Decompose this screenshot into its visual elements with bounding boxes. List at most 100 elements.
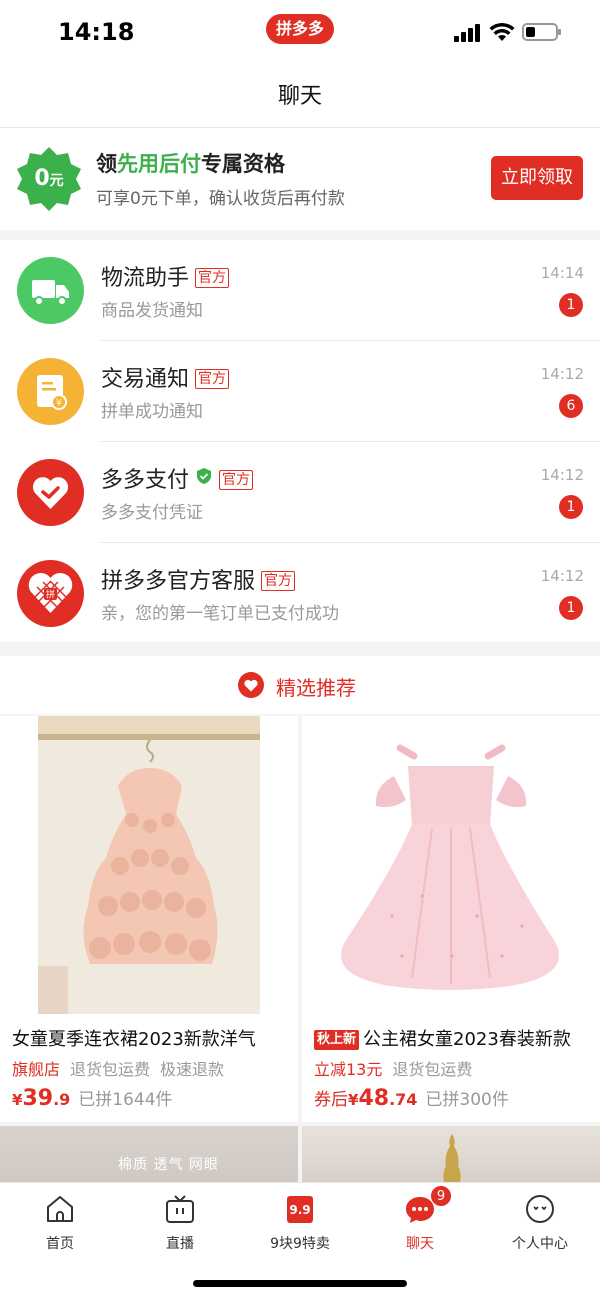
chat-item-pay[interactable]: 多多支付 官方 多多支付凭证 14:12 1 — [0, 442, 600, 543]
promo-subtitle: 可享0元下单，确认收货后再付款 — [96, 189, 345, 209]
promo-title-suffix: 专属资格 — [201, 152, 285, 176]
tab-label: 9块9特卖 — [270, 1236, 330, 1252]
chat-time: 14:12 — [540, 466, 584, 484]
chat-name-text: 拼多多官方客服 — [101, 569, 256, 594]
tab-chat[interactable]: 9 聊天 — [360, 1185, 480, 1255]
unread-badge: 1 — [559, 596, 583, 620]
chat-name: 物流助手 官方 — [101, 260, 230, 292]
chat-time: 14:12 — [540, 365, 584, 383]
tab-live[interactable]: 直播 — [120, 1193, 240, 1255]
chat-name: 交易通知 官方 — [101, 361, 230, 393]
chat-list: 物流助手 官方 商品发货通知 14:14 1 ¥ 交易通知 官方 拼单成功通知 14… — [0, 240, 600, 642]
chat-name-text: 物流助手 — [101, 266, 190, 291]
unread-badge: 1 — [559, 495, 583, 519]
price-decimal: .9 — [53, 1090, 71, 1109]
official-tag: 官方 — [195, 268, 230, 288]
tab-home[interactable]: 首页 — [0, 1193, 120, 1255]
product-tag: 旗舰店 — [12, 1060, 61, 1079]
sold-count: 已拼300件 — [425, 1090, 509, 1110]
truck-icon — [17, 257, 84, 324]
promo-title-prefix: 领 — [96, 152, 117, 176]
product-card[interactable]: 秋上新 公主裙女童2023春装新款 立减13元 退货包运费 券后¥48.74 已拼30… — [302, 716, 600, 1122]
page-title: 聊天 — [277, 84, 322, 109]
heart-pay-icon — [17, 459, 84, 526]
price-integer: 48 — [358, 1086, 390, 1111]
chat-unread-badge: 9 — [430, 1185, 452, 1207]
svg-text:拼: 拼 — [46, 589, 55, 601]
unread-badge: 6 — [559, 394, 583, 418]
tab-label: 聊天 — [406, 1236, 434, 1252]
official-tag: 官方 — [261, 571, 296, 591]
wifi-icon — [489, 22, 515, 41]
tv-icon — [166, 1195, 194, 1223]
product-tags: 立减13元 退货包运费 — [314, 1056, 482, 1080]
tab-label: 个人中心 — [512, 1236, 568, 1252]
promo-title-highlight: 先用后付 — [117, 152, 201, 176]
new-season-tag: 秋上新 — [314, 1030, 360, 1050]
status-bar: 14:18 拼多多 — [0, 0, 600, 66]
signal-icon — [454, 24, 482, 42]
official-tag: 官方 — [219, 470, 254, 490]
chat-name-text: 多多支付 — [101, 468, 190, 493]
currency-symbol: ¥ — [12, 1091, 23, 1109]
badge-unit: 元 — [49, 173, 64, 189]
product-image — [443, 1134, 461, 1182]
product-name-text: 女童夏季连衣裙2023新款洋气 — [12, 1029, 256, 1050]
pay-later-promo[interactable]: 0元 领先用后付专属资格 可享0元下单，确认收货后再付款 立即领取 — [0, 128, 600, 230]
product-name-text: 公主裙女童2023春装新款 — [363, 1029, 571, 1050]
price-decimal: .74 — [389, 1090, 418, 1109]
chat-item-customer-service[interactable]: 拼 拼多多官方客服 官方 亲，您的第一笔订单已支付成功 14:12 1 — [0, 543, 600, 644]
chat-item-trade[interactable]: ¥ 交易通知 官方 拼单成功通知 14:12 6 — [0, 341, 600, 442]
tab-nine-nine[interactable]: 9.9 9块9特卖 — [240, 1193, 360, 1255]
bottom-tab-bar: 首页 直播 9.9 9块9特卖 9 聊天 个人中心 — [0, 1182, 600, 1297]
pdd-logo-icon: 拼 — [17, 560, 84, 627]
chat-name: 拼多多官方客服 官方 — [101, 563, 296, 595]
chat-preview: 商品发货通知 — [101, 301, 203, 321]
heart-badge-icon — [238, 672, 264, 698]
price-prefix: 券后 — [314, 1090, 348, 1110]
verified-shield-icon — [197, 468, 212, 484]
app-logo: 拼多多 — [266, 14, 334, 44]
receipt-icon: ¥ — [17, 358, 84, 425]
product-tags: 旗舰店 退货包运费 极速退款 — [12, 1056, 234, 1080]
product-tag: 立减13元 — [314, 1060, 383, 1079]
page-header: 聊天 — [0, 66, 600, 128]
tab-label: 直播 — [166, 1236, 194, 1252]
chat-preview: 亲，您的第一笔订单已支付成功 — [101, 604, 339, 624]
tab-profile[interactable]: 个人中心 — [480, 1193, 600, 1255]
chat-item-logistics[interactable]: 物流助手 官方 商品发货通知 14:14 1 — [0, 240, 600, 341]
product-image — [0, 716, 298, 1014]
recommend-title: 精选推荐 — [276, 676, 356, 700]
product-name: 女童夏季连衣裙2023新款洋气 — [12, 1025, 292, 1051]
battery-icon — [522, 23, 561, 41]
recommend-header: 精选推荐 — [0, 656, 600, 714]
product-card-peek[interactable] — [302, 1126, 600, 1182]
currency-symbol: ¥ — [348, 1091, 359, 1109]
product-tag: 退货包运费 — [70, 1060, 151, 1079]
svg-text:¥: ¥ — [56, 399, 62, 409]
claim-button[interactable]: 立即领取 — [491, 156, 583, 200]
product-feature-text: 棉质 透气 网眼 — [118, 1157, 219, 1173]
chat-name: 多多支付 官方 — [101, 462, 254, 494]
product-price: 券后¥48.74 已拼300件 — [314, 1085, 509, 1111]
tab-label: 首页 — [46, 1236, 74, 1252]
price-integer: 39 — [22, 1086, 54, 1111]
chat-time: 14:12 — [540, 567, 584, 585]
product-price: ¥39.9 已拼1644件 — [12, 1085, 173, 1111]
product-card-peek[interactable]: 棉质 透气 网眼 — [0, 1126, 298, 1182]
chat-name-text: 交易通知 — [101, 367, 190, 392]
unread-badge: 1 — [559, 293, 583, 317]
product-tag: 极速退款 — [160, 1060, 225, 1079]
nine-nine-text: 9.9 — [289, 1203, 310, 1217]
chat-time: 14:14 — [540, 264, 584, 282]
home-indicator — [193, 1280, 407, 1287]
product-card[interactable]: 女童夏季连衣裙2023新款洋气 旗舰店 退货包运费 极速退款 ¥39.9 已拼1644… — [0, 716, 298, 1122]
promo-title: 领先用后付专属资格 — [96, 148, 285, 178]
product-grid: 女童夏季连衣裙2023新款洋气 旗舰店 退货包运费 极速退款 ¥39.9 已拼1644… — [0, 716, 600, 1126]
product-image — [302, 716, 600, 1014]
badge-main: 0 — [34, 166, 50, 191]
nine-nine-icon: 9.9 — [287, 1196, 313, 1223]
chat-preview: 拼单成功通知 — [101, 402, 203, 422]
official-tag: 官方 — [195, 369, 230, 389]
profile-icon — [526, 1195, 554, 1223]
